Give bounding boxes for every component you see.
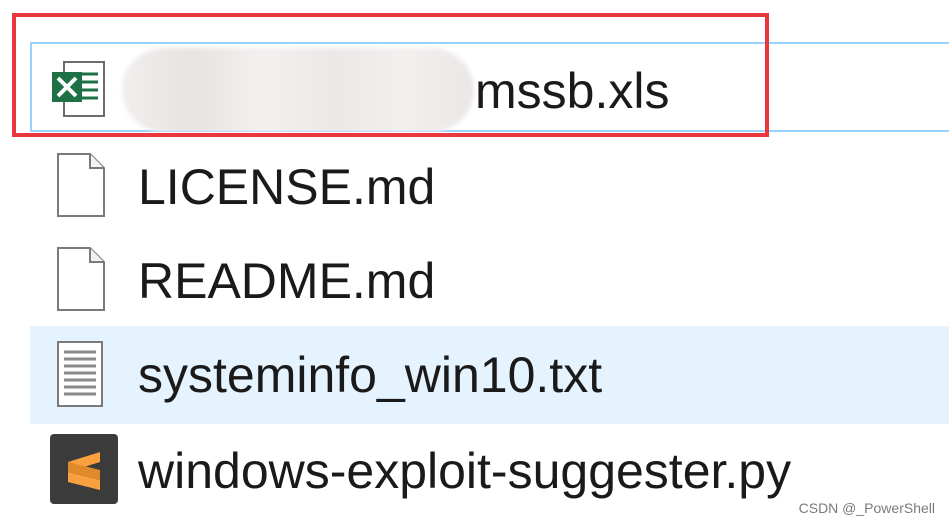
text-file-icon — [57, 341, 103, 407]
blank-file-icon — [57, 247, 105, 311]
file-name-license-md[interactable]: LICENSE.md — [138, 162, 435, 212]
file-list: mssb.xls LICENSE.md README.md systeminfo… — [0, 0, 949, 526]
sublime-text-icon — [50, 434, 118, 504]
file-name-systeminfo-txt[interactable]: systeminfo_win10.txt — [138, 350, 602, 400]
watermark-text: CSDN @_PowerShell — [798, 500, 935, 516]
file-name-readme-md[interactable]: README.md — [138, 256, 435, 306]
highlight-box — [12, 13, 769, 137]
blank-file-icon — [57, 153, 105, 217]
file-name-exploit-suggester-py[interactable]: windows-exploit-suggester.py — [138, 446, 791, 496]
